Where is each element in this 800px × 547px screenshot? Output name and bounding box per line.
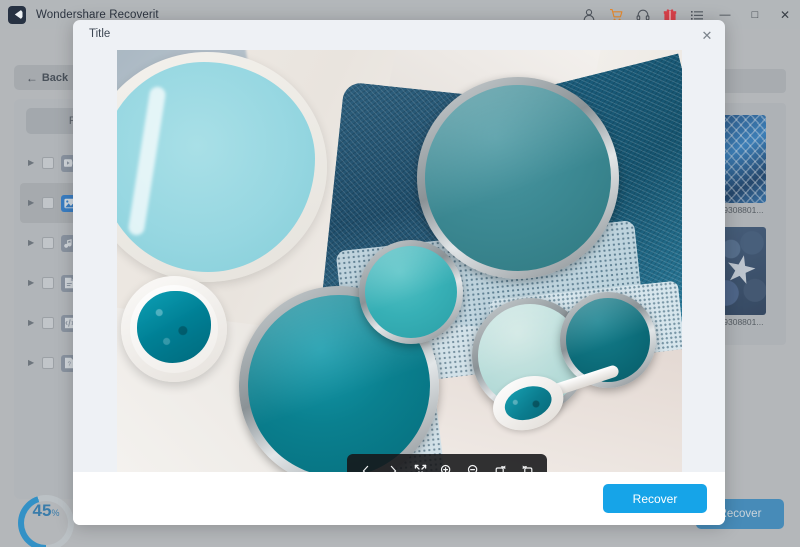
fullscreen-button[interactable]: [409, 460, 431, 473]
recoverit-logo-icon: [8, 6, 26, 24]
close-button[interactable]: ✕: [770, 0, 800, 29]
zoom-out-button[interactable]: [463, 460, 485, 473]
application-window: Wondershare Recoverit — □ ✕ ←: [0, 0, 800, 547]
previous-image-button[interactable]: [355, 460, 377, 473]
dialog-title: Title: [89, 28, 110, 40]
next-image-button[interactable]: [382, 460, 404, 473]
image-preview-dialog: Title ✕: [73, 20, 725, 525]
recover-button[interactable]: Recover: [603, 484, 707, 513]
rotate-right-button[interactable]: [490, 460, 512, 473]
close-icon[interactable]: ✕: [695, 24, 719, 48]
app-title: Wondershare Recoverit: [36, 9, 159, 21]
zoom-in-button[interactable]: [436, 460, 458, 473]
dialog-footer: Recover: [73, 472, 725, 525]
image-viewer-toolbar: [347, 454, 547, 472]
preview-image: [117, 50, 682, 472]
maximize-button[interactable]: □: [740, 0, 770, 29]
rotate-left-button[interactable]: [516, 460, 538, 473]
